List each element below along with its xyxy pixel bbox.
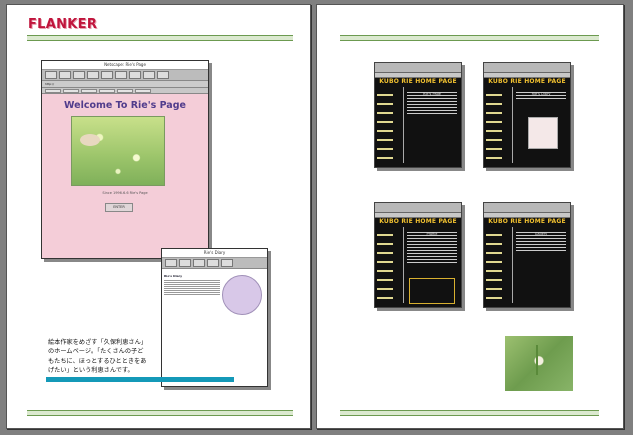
kubo-heading: KUBO RIE HOME PAGE: [488, 78, 566, 85]
reload-button[interactable]: [87, 71, 99, 79]
kubo-main: Rie's Page: [407, 90, 457, 130]
kubo-main-title: Gallery: [516, 232, 566, 236]
description-line: のホームページ。「たくさんの子ど: [48, 348, 144, 356]
kubo-highlight-box: [409, 278, 455, 304]
left-page: FLANKER Netscape: Rie's Page http:// Wel…: [6, 4, 311, 429]
home-button[interactable]: [73, 71, 85, 79]
images-button[interactable]: [101, 71, 113, 79]
page-body: Welcome To Rie's Page Since 1996.6.6 Rie…: [42, 94, 208, 258]
kubo-main-title: Rie's Diary: [516, 92, 566, 96]
enter-button[interactable]: ENTER: [105, 203, 133, 212]
back-button[interactable]: [165, 259, 177, 267]
home-button[interactable]: [193, 259, 205, 267]
dir-button[interactable]: [117, 89, 133, 93]
accent-bar: [46, 377, 234, 382]
brand-logo: FLANKER: [28, 17, 98, 32]
browser-window: Netscape: Rie's Page http:// Welcome To …: [41, 60, 209, 259]
kubo-main-title: Rie's Page: [407, 92, 457, 96]
dir-button[interactable]: [99, 89, 115, 93]
article-toolbar: [162, 258, 267, 269]
stop-button[interactable]: [221, 259, 233, 267]
kubo-heading: KUBO RIE HOME PAGE: [488, 218, 566, 225]
find-button[interactable]: [143, 71, 155, 79]
top-rule: [340, 35, 599, 41]
page-caption: Since 1996.6.6 Rie's Page: [102, 191, 148, 195]
kubo-window-3: KUBO RIE HOME PAGE Profile: [374, 202, 462, 308]
flower-photo: [505, 336, 573, 391]
kubo-heading: KUBO RIE HOME PAGE: [379, 78, 457, 85]
browser-toolbar: [42, 70, 208, 81]
article-text: Rie's Diary: [164, 275, 220, 296]
kubo-window-2: KUBO RIE HOME PAGE Rie's Diary: [483, 62, 571, 168]
right-page: KUBO RIE HOME PAGE Rie's Page KUBO RIE H…: [316, 4, 624, 429]
kubo-main-title: Profile: [407, 232, 457, 236]
location-field[interactable]: http://: [42, 81, 208, 88]
kubo-main: Profile: [407, 230, 457, 270]
forward-button[interactable]: [179, 259, 191, 267]
back-button[interactable]: [45, 71, 57, 79]
dir-button[interactable]: [135, 89, 151, 93]
bunny-figure: [80, 134, 100, 146]
forward-button[interactable]: [59, 71, 71, 79]
description-line: もたちに、ほっとするひとときをあ: [48, 357, 147, 365]
kubo-card-image: [528, 117, 558, 149]
kubo-sidebar: [377, 87, 401, 165]
kubo-main: Gallery: [516, 230, 566, 270]
article-window-title: Rie's Diary: [162, 249, 267, 258]
dir-button[interactable]: [45, 89, 61, 93]
kubo-heading: KUBO RIE HOME PAGE: [379, 218, 457, 225]
kubo-window-1: KUBO RIE HOME PAGE Rie's Page: [374, 62, 462, 168]
description-text: 絵本作家をめざす「久保利恵さん」 のホームページ。「たくさんの子ど もたちに、ほ…: [48, 338, 182, 375]
dir-button[interactable]: [81, 89, 97, 93]
description-line: 絵本作家をめざす「久保利恵さん」: [48, 339, 147, 346]
window-title: Netscape: Rie's Page: [42, 61, 208, 70]
description-line: げたい」という利恵さんです。: [48, 366, 134, 374]
open-button[interactable]: [115, 71, 127, 79]
kubo-window-4: KUBO RIE HOME PAGE Gallery: [483, 202, 571, 308]
circle-illustration: [222, 275, 262, 315]
page-heading: Welcome To Rie's Page: [64, 100, 186, 111]
print-button[interactable]: [129, 71, 141, 79]
article-title: Rie's Diary: [164, 274, 183, 278]
bottom-rule: [340, 410, 599, 416]
top-rule: [27, 35, 293, 41]
stop-button[interactable]: [157, 71, 169, 79]
reload-button[interactable]: [207, 259, 219, 267]
bottom-rule: [27, 410, 293, 416]
flower-stem: [536, 345, 538, 375]
meadow-illustration: [71, 116, 165, 186]
dir-button[interactable]: [63, 89, 79, 93]
